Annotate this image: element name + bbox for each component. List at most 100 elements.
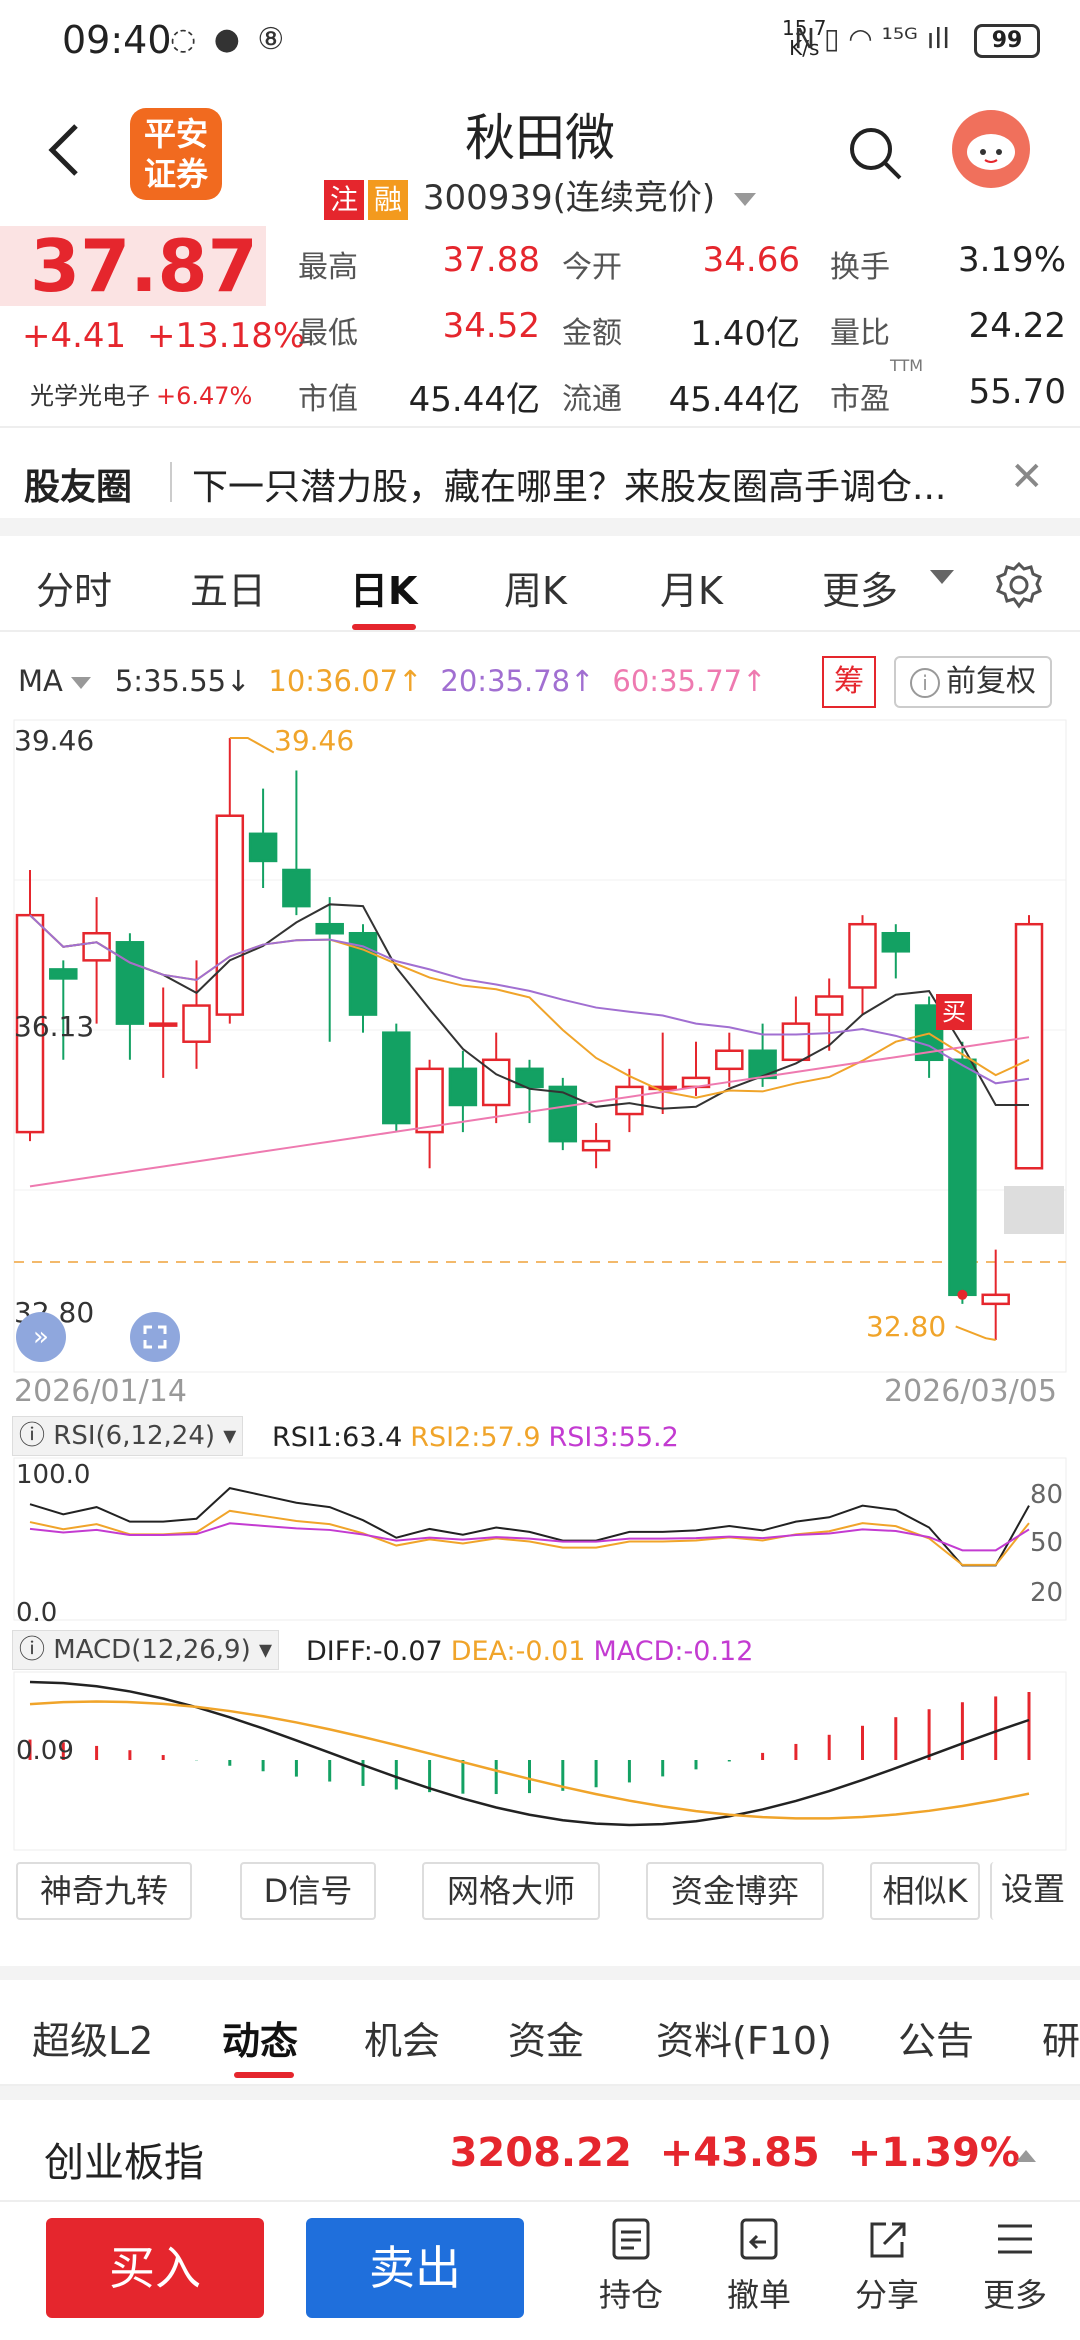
- macd-label: MACD(12,26,9): [53, 1635, 251, 1665]
- cancel-order-button[interactable]: 撤单: [704, 2216, 814, 2316]
- candle-body: [814, 995, 844, 1016]
- rsi3-value: RSI3:55.2: [548, 1422, 679, 1453]
- candle-body: [49, 968, 78, 980]
- diff-line: [29, 1680, 1030, 1827]
- candle-body: [781, 1022, 811, 1062]
- candle-body: [1014, 922, 1044, 1170]
- menu-icon: [998, 2224, 1032, 2254]
- sell-button[interactable]: 卖出: [306, 2218, 524, 2318]
- low-leader: [955, 1325, 996, 1341]
- macd-frame: [13, 1671, 1067, 1851]
- ma20-line: [29, 914, 1030, 1085]
- rsi-right-80: 80: [1030, 1480, 1064, 1510]
- candle-body: [415, 1067, 444, 1134]
- candle-body: [248, 832, 278, 863]
- tool-magic-nine[interactable]: 神奇九转: [16, 1862, 192, 1920]
- rsi-right-50: 50: [1030, 1528, 1064, 1558]
- dea-value: DEA:-0.01: [450, 1636, 586, 1667]
- cancel-order-label: 撤单: [726, 2276, 791, 2314]
- rsi-selector[interactable]: ⓘ RSI(6,12,24) ▾: [12, 1416, 244, 1456]
- candle-body: [315, 922, 344, 935]
- kline-chart[interactable]: [0, 0, 1080, 1860]
- candle-body: [581, 1139, 611, 1152]
- candle-body: [282, 868, 311, 908]
- buy-button[interactable]: 买入: [46, 2218, 264, 2318]
- index-percent: +1.39%: [847, 2130, 1020, 2176]
- y-axis-top-label: 39.46: [14, 724, 95, 757]
- more-label: 更多: [982, 2276, 1047, 2314]
- high-annotation: 39.46: [274, 724, 355, 757]
- active-tab2-indicator: [234, 2072, 294, 2078]
- tab-announcement[interactable]: 公告: [898, 2010, 974, 2065]
- ma60-line: [29, 1036, 1030, 1188]
- candle-body: [715, 1049, 744, 1071]
- candle-body: [182, 1004, 211, 1043]
- low-annotation: 32.80: [866, 1310, 947, 1343]
- index-change: +43.85: [659, 2130, 820, 2176]
- tab-opportunity[interactable]: 机会: [364, 2010, 440, 2065]
- macd-values: DIFF:-0.07 DEA:-0.01 MACD:-0.12: [306, 1636, 753, 1667]
- rsi-y-top: 100.0: [16, 1460, 91, 1490]
- tool-similar-k[interactable]: 相似K: [870, 1862, 980, 1920]
- rsi1-value: RSI1:63.4: [272, 1422, 403, 1453]
- tool-d-signal[interactable]: D信号: [240, 1862, 376, 1920]
- kline-frame: [13, 719, 1067, 1373]
- tool-capital-game[interactable]: 资金博弈: [646, 1862, 824, 1920]
- candle-body: [981, 1293, 1010, 1306]
- index-ticker[interactable]: 创业板指 3208.22 +43.85 +1.39%: [0, 2086, 1080, 2202]
- date-start: 2026/01/14: [14, 1374, 187, 1409]
- index-value: 3208.22: [449, 2130, 632, 2176]
- info-tabs: 超级L2 动态 机会 资金 资料(F10) 公告 研: [0, 1966, 1080, 2086]
- index-values: 3208.22 +43.85 +1.39%: [450, 2130, 1020, 2176]
- rsi-label: RSI(6,12,24): [53, 1421, 216, 1451]
- candle-body: [848, 922, 877, 989]
- candle-body: [948, 1058, 977, 1297]
- tab-super-l2[interactable]: 超级L2: [32, 2010, 153, 2065]
- buy-signal-marker[interactable]: 买: [936, 994, 972, 1030]
- info-icon: ⓘ: [19, 1421, 54, 1451]
- candle-body: [881, 931, 911, 953]
- candle-body: [615, 1085, 644, 1116]
- bottom-trade-bar: 买入 卖出 持仓 撤单 分享 更多: [0, 2200, 1080, 2340]
- date-end: 2026/03/05: [884, 1374, 1057, 1409]
- share-icon: [870, 2222, 906, 2258]
- candle-body: [382, 1031, 411, 1125]
- macd-selector[interactable]: ⓘ MACD(12,26,9) ▾: [12, 1630, 280, 1670]
- share-button[interactable]: 分享: [832, 2216, 942, 2316]
- candle-body: [148, 1022, 178, 1027]
- rsi-values: RSI1:63.4 RSI2:57.9 RSI3:55.2: [272, 1422, 679, 1453]
- more-button[interactable]: 更多: [960, 2216, 1070, 2316]
- diff-value: DIFF:-0.07: [306, 1636, 443, 1667]
- macd-y-label: 0.09: [16, 1736, 74, 1766]
- candle-body: [548, 1085, 578, 1143]
- tool-grid-master[interactable]: 网格大师: [422, 1862, 600, 1920]
- rsi2-value: RSI2:57.9: [410, 1422, 541, 1453]
- document-icon: [612, 2218, 650, 2260]
- tab-research[interactable]: 研: [1042, 2010, 1080, 2065]
- expand-left-icon[interactable]: »: [16, 1312, 66, 1362]
- positions-label: 持仓: [598, 2276, 663, 2314]
- rsi-y-bottom: 0.0: [16, 1598, 58, 1628]
- fullscreen-corners-icon: [143, 1325, 167, 1349]
- share-label: 分享: [854, 2276, 919, 2314]
- tab-f10[interactable]: 资料(F10): [656, 2010, 832, 2065]
- positions-button[interactable]: 持仓: [576, 2216, 686, 2316]
- candle-body: [115, 941, 145, 1025]
- tab-capital[interactable]: 资金: [508, 2010, 584, 2065]
- candle-body: [448, 1067, 478, 1107]
- expand-caret-icon[interactable]: [1016, 2150, 1036, 2162]
- macd-value: MACD:-0.12: [593, 1636, 754, 1667]
- y-axis-mid-label: 36.13: [14, 1010, 95, 1043]
- high-leader: [229, 737, 275, 754]
- undo-icon: [740, 2218, 778, 2260]
- rsi-right-20: 20: [1030, 1578, 1064, 1608]
- candle-body: [215, 814, 245, 1016]
- info-icon: ⓘ: [19, 1635, 54, 1665]
- candle-body: [748, 1049, 777, 1080]
- signal-dot: [957, 1289, 968, 1300]
- fullscreen-icon[interactable]: [130, 1312, 180, 1362]
- dea-line: [29, 1700, 1030, 1820]
- tab-news[interactable]: 动态: [222, 2010, 298, 2065]
- tool-settings[interactable]: 设置: [990, 1862, 1074, 1920]
- price-tag-placeholder: [1004, 1186, 1064, 1234]
